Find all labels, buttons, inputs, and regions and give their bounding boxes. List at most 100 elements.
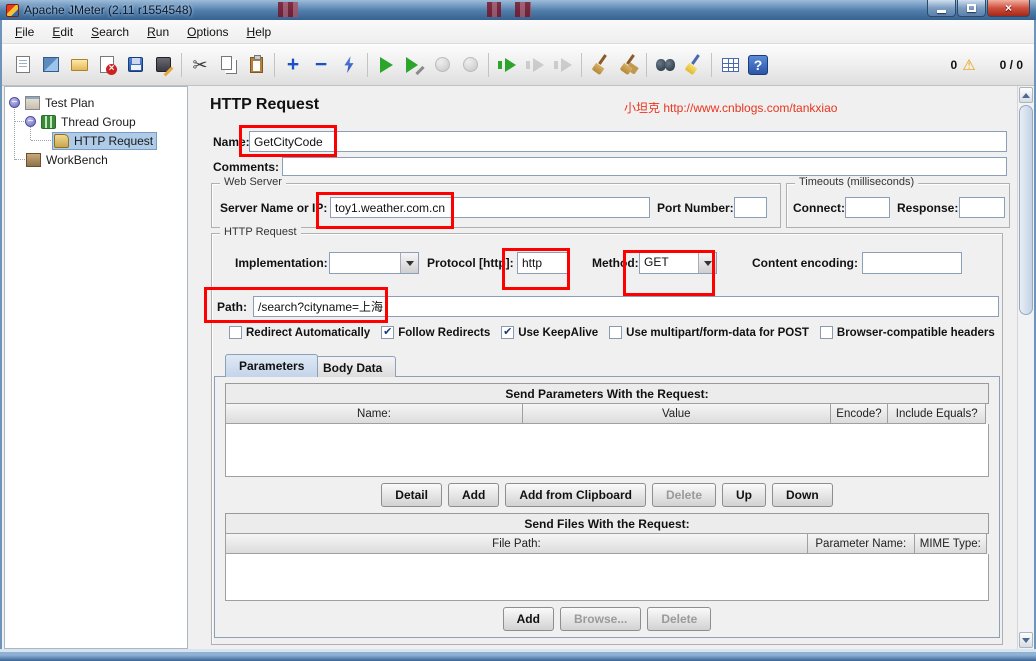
files-table-body[interactable] [225,554,989,601]
down-button[interactable]: Down [772,483,833,507]
files-col-path[interactable]: File Path: [225,533,808,554]
add-from-clipboard-button[interactable]: Add from Clipboard [505,483,646,507]
add-file-button[interactable]: Add [503,607,554,631]
menu-help[interactable]: Help [238,22,281,42]
connect-input[interactable] [845,197,890,218]
cut-button[interactable]: ✂ [186,51,214,79]
close-button[interactable]: × [987,0,1030,17]
port-number-input[interactable] [734,197,767,218]
response-input[interactable] [959,197,1005,218]
remote-start-all-button[interactable] [493,51,521,79]
titlebar[interactable]: Apache JMeter (2.11 r1554548) × [0,0,1036,20]
binoculars-icon [656,59,675,71]
test-plan-tree: Test Plan Thread Group HTTP Request Work… [4,86,188,649]
start-button[interactable] [372,51,400,79]
scroll-up-button[interactable] [1019,87,1033,103]
params-table-title: Send Parameters With the Request: [225,383,989,404]
tree-node-workbench[interactable]: WorkBench [5,150,187,169]
menu-bar: File Edit Search Run Options Help [2,20,1034,44]
checkbox-checked-icon: ✔ [381,326,394,339]
toolbar-separator [711,53,712,77]
scrollbar-thumb[interactable] [1019,105,1033,315]
params-col-name[interactable]: Name: [225,403,523,424]
tab-body-data[interactable]: Body Data [309,356,396,377]
tree-node-http-request[interactable]: HTTP Request [5,131,187,150]
minimize-button[interactable] [927,0,956,17]
start-no-pauses-button[interactable] [400,51,428,79]
vertical-scrollbar[interactable] [1017,86,1034,649]
copy-icon [221,56,232,70]
params-table-body[interactable] [225,424,989,477]
add-param-button[interactable]: Add [448,483,499,507]
collapse-all-button[interactable] [307,51,335,79]
content-encoding-input[interactable] [862,252,962,274]
method-select[interactable]: GET [639,252,717,274]
implementation-select[interactable] [329,252,419,274]
redirect-automatically-checkbox[interactable]: Redirect Automatically [229,326,370,339]
comments-input[interactable] [282,157,1007,176]
clear-button[interactable] [586,51,614,79]
paste-clipboard-icon [250,57,263,73]
tree-node-thread-group[interactable]: Thread Group [5,112,187,131]
tree-node-test-plan[interactable]: Test Plan [5,93,187,112]
up-button[interactable]: Up [722,483,766,507]
close-file-icon [100,56,114,73]
scroll-down-button[interactable] [1019,632,1033,648]
search-button[interactable] [651,51,679,79]
tree-node-label: Test Plan [45,96,94,110]
params-col-encode[interactable]: Encode? [830,403,889,424]
toolbar-separator [581,53,582,77]
name-input[interactable] [249,131,1007,152]
browser-compatible-headers-checkbox[interactable]: Browser-compatible headers [820,326,995,339]
collapse-handle-icon[interactable] [9,97,20,108]
menu-search[interactable]: Search [82,22,138,42]
files-col-param-name[interactable]: Parameter Name: [807,533,915,554]
help-button[interactable]: ? [744,51,772,79]
menu-run[interactable]: Run [138,22,178,42]
open-button[interactable] [65,51,93,79]
save-as-icon [156,57,171,72]
follow-redirects-checkbox[interactable]: ✔Follow Redirects [381,326,490,339]
chevron-down-icon[interactable] [400,253,418,273]
files-col-mime-type[interactable]: MIME Type: [914,533,987,554]
expand-all-button[interactable] [279,51,307,79]
save-floppy-icon [128,57,143,72]
clear-all-button[interactable] [614,51,642,79]
templates-button[interactable] [37,51,65,79]
paste-button[interactable] [242,51,270,79]
collapse-handle-icon[interactable] [25,116,36,127]
menu-file[interactable]: File [6,22,43,42]
checkbox-icon [820,326,833,339]
toggle-button[interactable] [335,51,363,79]
params-col-value[interactable]: Value [522,403,831,424]
function-table-icon [722,58,739,72]
save-as-button[interactable] [149,51,177,79]
protocol-input[interactable] [517,252,569,274]
path-input[interactable] [253,296,999,317]
save-button[interactable] [121,51,149,79]
menu-options[interactable]: Options [178,22,237,42]
workbench-icon [26,153,41,167]
remote-stop-icon [526,58,545,72]
titlebar-background-artifact [487,2,501,17]
double-broom-icon [619,55,638,74]
tab-parameters[interactable]: Parameters [225,354,318,377]
tree-node-label: HTTP Request [74,134,153,148]
maximize-button[interactable] [957,0,986,17]
multipart-post-checkbox[interactable]: Use multipart/form-data for POST [609,326,809,339]
params-col-include-equals[interactable]: Include Equals? [887,403,986,424]
collapse-minus-icon [315,54,327,76]
chevron-down-icon[interactable] [698,253,716,273]
search-reset-button[interactable] [679,51,707,79]
detail-button[interactable]: Detail [381,483,442,507]
menu-edit[interactable]: Edit [43,22,82,42]
window-bottom-frame [0,649,1036,661]
new-file-button[interactable] [9,51,37,79]
function-helper-button[interactable] [716,51,744,79]
checkbox-icon [609,326,622,339]
close-file-button[interactable] [93,51,121,79]
use-keepalive-checkbox[interactable]: ✔Use KeepAlive [501,326,598,339]
copy-button[interactable] [214,51,242,79]
play-no-pauses-icon [406,57,423,73]
server-name-input[interactable] [330,197,650,218]
